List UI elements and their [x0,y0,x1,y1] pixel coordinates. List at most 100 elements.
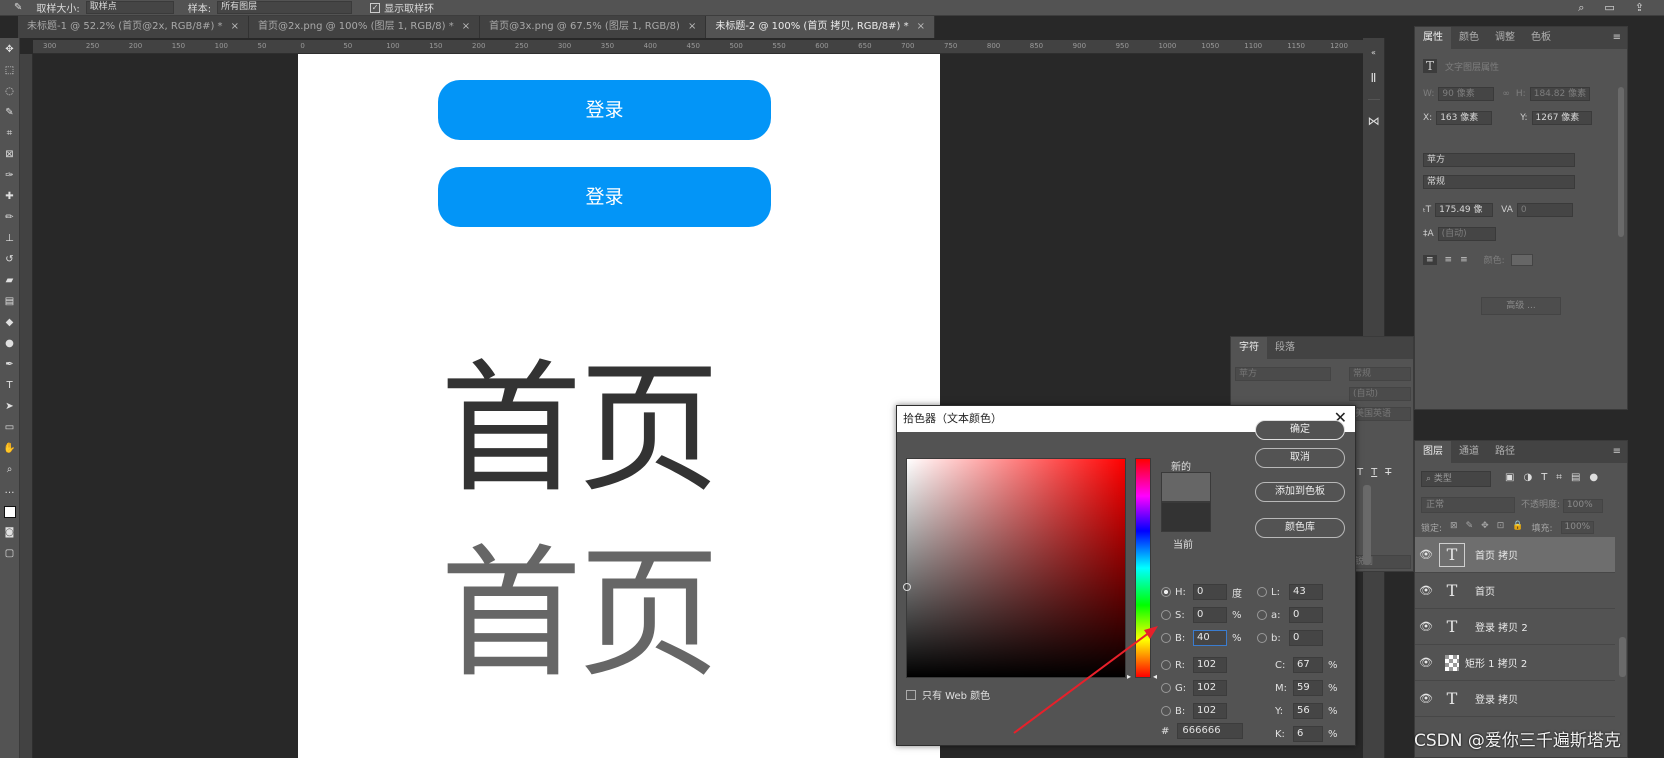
cyan-input[interactable]: 67 [1293,657,1323,673]
filter-toggle-icon[interactable]: ● [1589,472,1598,483]
lab-l-radio[interactable] [1257,587,1267,597]
panel-menu-icon[interactable]: ≡ [1613,441,1621,463]
lock-pixels-icon[interactable]: ✎ [1466,521,1474,534]
tab-paths[interactable]: 路径 [1487,441,1523,463]
brightness-input[interactable]: 40 [1193,630,1227,646]
eye-icon[interactable]: 👁 [1415,620,1437,633]
tab-doc-1[interactable]: 未标题-1 @ 52.2% (首页@2x, RGB/8#) * × [18,16,249,38]
dodge-tool-icon[interactable]: ● [3,338,17,350]
foreground-color-swatch[interactable] [3,506,16,518]
stamp-tool-icon[interactable]: ⊥ [3,233,17,245]
green-input[interactable]: 102 [1193,680,1227,696]
font-family-select[interactable]: 苹方 [1423,153,1575,167]
faux-italic-icon[interactable]: T [1357,467,1363,478]
tab-doc-3[interactable]: 首页@3x.png @ 67.5% (图层 1, RGB/8) × [480,16,707,38]
underline-icon[interactable]: T [1371,467,1377,478]
horizontal-ruler[interactable]: 300 250 200 150 100 50 0 50 100 150 200 250 300 350 40… [33,40,1363,54]
layer-row[interactable]: 👁 T 首页 拷贝 [1415,537,1615,573]
red-radio[interactable] [1161,660,1171,670]
saturation-radio[interactable] [1161,610,1171,620]
char-font-family[interactable]: 苹方 [1235,367,1331,381]
font-style-select[interactable]: 常规 [1423,175,1575,189]
advanced-button[interactable]: 高级 ... [1481,297,1561,315]
healing-tool-icon[interactable]: ✚ [3,191,17,203]
align-left-icon[interactable]: ≡ [1423,254,1437,265]
align-right-icon[interactable]: ≡ [1460,255,1468,265]
scrollbar[interactable] [1363,485,1371,565]
char-antialias[interactable]: 锐利 [1351,555,1411,569]
workspace-icon[interactable]: ▭ [1604,1,1614,15]
lab-a-input[interactable]: 0 [1289,607,1323,623]
fill-field[interactable]: 100% [1560,521,1595,534]
eye-icon[interactable]: 👁 [1415,692,1437,705]
tab-properties[interactable]: 属性 [1415,27,1451,49]
close-icon[interactable]: × [688,21,696,32]
font-size-field[interactable]: 175.49 像 [1435,203,1494,217]
eye-icon[interactable]: 👁 [1415,656,1437,669]
hue-slider[interactable] [1135,458,1151,678]
lock-transparent-icon[interactable]: ⊠ [1450,521,1458,534]
adjustment-filter-icon[interactable]: ◑ [1523,472,1532,483]
saturation-brightness-field[interactable] [903,458,1126,678]
pen-tool-icon[interactable]: ✒ [3,359,17,371]
current-color-swatch[interactable] [1161,502,1211,532]
layer-row[interactable]: 👁 T 首页 [1415,573,1615,609]
color-libraries-button[interactable]: 颜色库 [1255,518,1345,538]
hex-input[interactable]: 666666 [1177,723,1244,739]
sample-select[interactable]: 所有图层 [217,1,353,14]
share-icon[interactable]: ⇪ [1635,1,1644,15]
saturation-input[interactable]: 0 [1193,607,1227,623]
artboard[interactable]: 登录 登录 首页 首页 [298,54,940,758]
eye-icon[interactable]: 👁 [1415,548,1437,561]
magenta-input[interactable]: 59 [1293,680,1323,696]
eyedropper-icon[interactable]: ✎ [14,2,22,13]
vertical-ruler[interactable] [20,54,33,758]
blue-radio[interactable] [1161,706,1171,716]
link-icon[interactable]: ∞ [1502,89,1510,99]
close-icon[interactable]: × [462,21,470,32]
lasso-tool-icon[interactable]: ◌ [3,86,17,98]
leading-field[interactable]: (自动) [1437,227,1496,241]
layer-row[interactable]: 👁 T 登录 拷贝 [1415,681,1615,717]
tab-layers[interactable]: 图层 [1415,441,1451,463]
zoom-tool-icon[interactable]: ⌕ [3,464,17,476]
char-leading[interactable]: (自动) [1349,387,1411,401]
hue-input[interactable]: 0 [1193,584,1227,600]
home-text-copy[interactable]: 首页 [440,544,720,686]
brightness-radio[interactable] [1161,633,1171,643]
black-input[interactable]: 6 [1293,726,1323,742]
green-radio[interactable] [1161,683,1171,693]
text-color-swatch[interactable] [1510,253,1533,266]
type-tool-icon[interactable]: T [3,380,17,392]
color-marker[interactable] [903,583,911,591]
brush-tool-icon[interactable]: ✏ [3,212,17,224]
close-icon[interactable]: × [231,21,239,32]
char-font-style[interactable]: 常规 [1349,367,1411,381]
hue-radio[interactable] [1161,587,1171,597]
align-center-icon[interactable]: ≡ [1445,255,1453,265]
tab-doc-4[interactable]: 未标题-2 @ 100% (首页 拷贝, RGB/8#) * × [706,16,935,38]
eraser-tool-icon[interactable]: ▰ [3,275,17,287]
ok-button[interactable]: 确定 [1255,420,1345,440]
height-field[interactable]: 184.82 像素 [1529,87,1590,101]
eye-icon[interactable]: 👁 [1415,584,1437,597]
image-filter-icon[interactable]: ▣ [1505,472,1514,483]
text-filter-icon[interactable]: T [1541,472,1547,483]
x-field[interactable]: 163 像素 [1436,111,1493,125]
scrollbar[interactable] [1618,87,1624,237]
blur-tool-icon[interactable]: ◆ [3,317,17,329]
frame-tool-icon[interactable]: ⊠ [3,149,17,161]
shape-filter-icon[interactable]: ⌗ [1556,472,1562,483]
collapse-icon[interactable]: « [1371,48,1376,57]
show-ring-checkbox[interactable]: ✓ [370,2,381,13]
sample-size-select[interactable]: 取样点 [85,1,174,14]
layer-row[interactable]: 👁 矩形 1 拷贝 2 [1415,645,1615,681]
search-icon[interactable]: ⌕ [1578,1,1584,15]
screen-mode-icon[interactable]: ▢ [3,548,17,560]
blend-mode-select[interactable]: 正常 [1421,497,1515,513]
panel-menu-icon[interactable]: ≡ [1613,27,1621,49]
crop-tool-icon[interactable]: ⌗ [3,128,17,140]
tab-adjustments[interactable]: 调整 [1487,27,1523,49]
lab-b-radio[interactable] [1257,633,1267,643]
close-icon[interactable]: × [917,21,925,32]
